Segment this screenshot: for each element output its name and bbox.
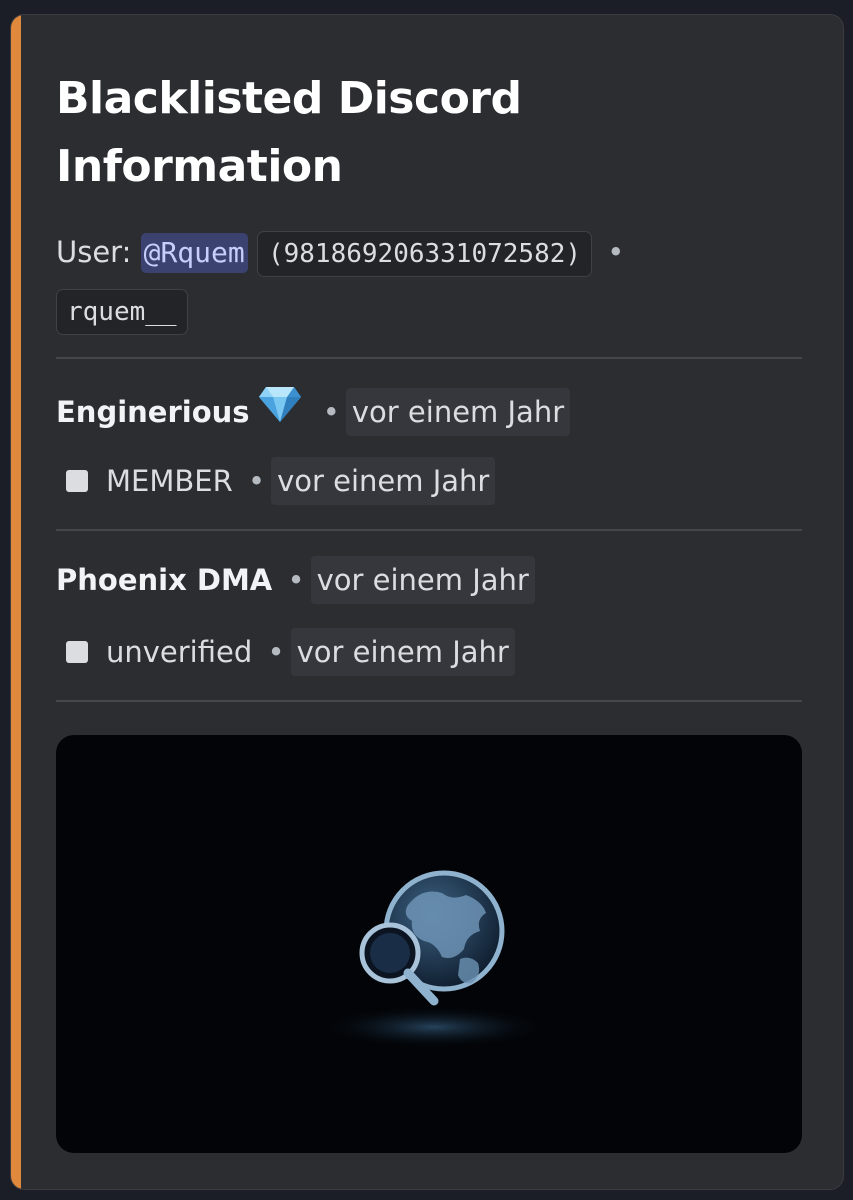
user-id-code: (981869206331072582) [256, 231, 593, 277]
separator-dot: • [607, 235, 625, 269]
server-row-enginerious: Enginerious • vor einem Jahr [56, 385, 571, 443]
role-color-square [66, 641, 88, 663]
timestamp[interactable]: vor einem Jahr [345, 388, 571, 436]
role-name: unverified [106, 635, 253, 669]
timestamp[interactable]: vor einem Jahr [290, 628, 515, 676]
embed-title: Blacklisted Discord Information [56, 73, 522, 192]
role-row-unverified: unverified • vor einem Jahr [56, 628, 515, 676]
server-name: Enginerious [56, 395, 250, 429]
divider [56, 700, 802, 702]
role-name: MEMBER [106, 464, 233, 498]
embed-image[interactable] [56, 735, 802, 1153]
user-label: User: [56, 235, 132, 269]
role-row-member: MEMBER • vor einem Jahr [56, 457, 496, 505]
embed-accent-bar [11, 15, 21, 1189]
timestamp[interactable]: vor einem Jahr [271, 457, 496, 505]
separator-dot: • [267, 635, 285, 669]
user-line: User: @Rquem (981869206331072582) • rque… [56, 223, 802, 339]
separator-dot: • [247, 464, 266, 498]
timestamp[interactable]: vor einem Jahr [310, 556, 535, 604]
server-row-phoenix-dma: Phoenix DMA • vor einem Jahr [56, 556, 535, 604]
separator-dot: • [287, 563, 305, 597]
server-name: Phoenix DMA [56, 563, 273, 597]
embed-card: Blacklisted Discord Information User: @R… [10, 14, 844, 1190]
separator-dot: • [322, 395, 340, 429]
gem-icon [258, 385, 302, 437]
divider [56, 357, 802, 359]
role-color-square [66, 470, 88, 492]
username-code: rquem__ [56, 289, 188, 335]
globe-search-icon [314, 870, 554, 1049]
divider [56, 529, 802, 531]
user-mention[interactable]: @Rquem [140, 233, 248, 273]
